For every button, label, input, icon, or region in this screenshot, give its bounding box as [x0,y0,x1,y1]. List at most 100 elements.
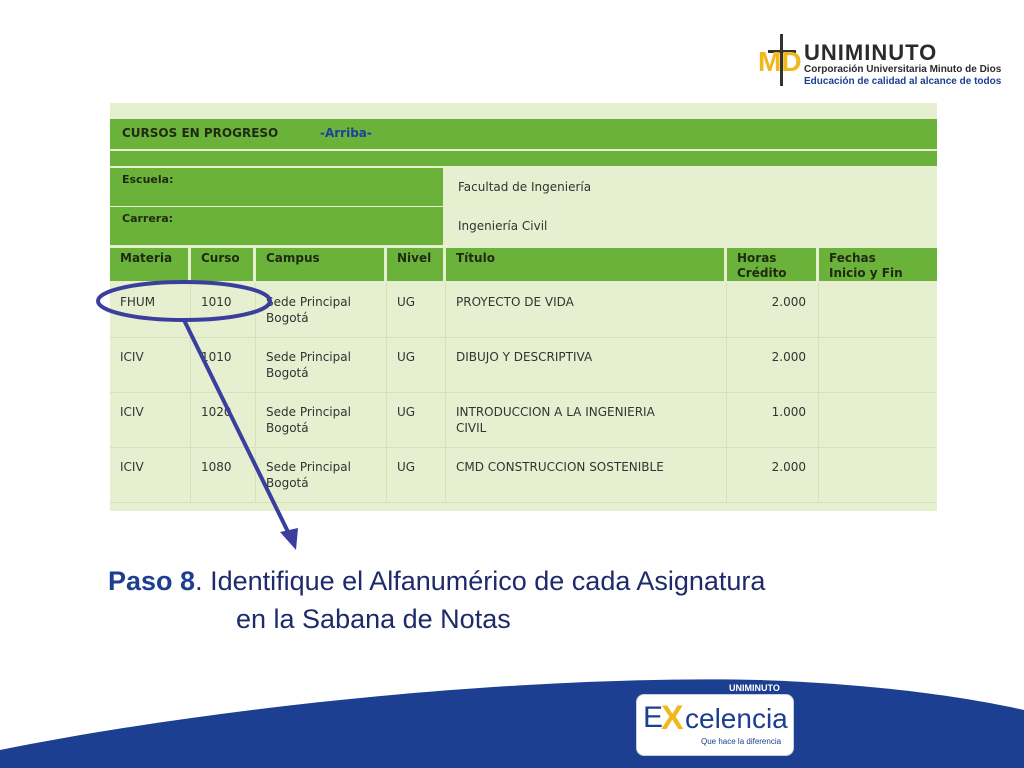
cell-text: Sede Principal Bogotá [266,405,351,435]
cell-text: UG [397,350,416,364]
escuela-label-cell: Escuela: [110,168,443,206]
cell-titulo: CMD CONSTRUCCION SOSTENIBLE [446,448,727,502]
cell-text: 1.000 [771,405,806,419]
brand-tagline: Educación de calidad al alcance de todos [804,76,1002,87]
cell-campus: Sede Principal Bogotá [256,448,387,502]
cell-fechas [819,393,937,447]
uniminuto-logo: MD UNIMINUTO Corporación Universitaria M… [752,30,1002,92]
cell-text: FHUM [120,295,156,309]
carrera-label-cell: Carrera: [110,207,443,245]
cell-materia: ICIV [110,338,191,392]
col-header-text: Curso [201,251,240,265]
caption-text: . Identifique el Alfanumérico de cada As… [195,566,766,596]
excelencia-org: UNIMINUTO [729,683,780,693]
cell-nivel: UG [387,338,446,392]
cell-fechas [819,338,937,392]
cell-text: UG [397,460,416,474]
caption-line2: en la Sabana de Notas [236,604,511,634]
escuela-value-cell: Facultad de Ingeniería [446,168,937,206]
col-header-campus: Campus [256,248,384,281]
cell-titulo: PROYECTO DE VIDA [446,283,727,337]
brand-subtitle: Corporación Universitaria Minuto de Dios [804,64,1002,75]
cell-text: INTRODUCCION A LA INGENIERIA CIVIL [456,405,655,435]
row-divider [110,502,937,503]
band-shape [0,679,1024,768]
col-header-text: Horas Crédito [737,251,787,280]
cell-text: 1020 [201,405,232,419]
cell-campus: Sede Principal Bogotá [256,338,387,392]
carrera-value: Ingeniería Civil [458,219,548,233]
cell-curso: 1010 [191,283,256,337]
carrera-value-cell: Ingeniería Civil [446,207,937,245]
excelencia-tagline: Que hace la diferencia [701,737,782,746]
caption-line1: Paso 8. Identifique el Alfanumérico de c… [108,562,765,600]
md-monogram: MD [758,34,802,86]
cell-fechas [819,283,937,337]
cell-campus: Sede Principal Bogotá [256,283,387,337]
cell-curso: 1010 [191,338,256,392]
cell-text: 1010 [201,295,232,309]
panel-header: CURSOS EN PROGRESO -Arriba- [110,119,937,149]
cell-text: ICIV [120,460,144,474]
top-link[interactable]: -Arriba- [320,126,372,140]
cell-text: 1010 [201,350,232,364]
cell-curso: 1020 [191,393,256,447]
cell-text: Sede Principal Bogotá [266,460,351,490]
cell-campus: Sede Principal Bogotá [256,393,387,447]
escuela-label: Escuela: [122,173,174,186]
col-header-horas: Horas Crédito [727,248,816,281]
panel-title: CURSOS EN PROGRESO [122,126,279,140]
cell-titulo: INTRODUCCION A LA INGENIERIA CIVIL [446,393,727,447]
cell-text: 2.000 [771,460,806,474]
excelencia-x-icon: X [661,699,684,737]
carrera-label: Carrera: [122,212,174,225]
cell-nivel: UG [387,283,446,337]
step-label: Paso 8 [108,566,196,596]
cell-horas: 2.000 [727,338,819,392]
step-caption: Paso 8. Identifique el Alfanumérico de c… [108,562,765,634]
cell-text: Sede Principal Bogotá [266,295,351,325]
col-header-nivel: Nivel [387,248,443,281]
cell-fechas [819,448,937,502]
col-header-text: Campus [266,251,320,265]
col-header-fechas: Fechas Inicio y Fin [819,248,937,281]
col-header-text: Nivel [397,251,432,265]
table-row: ICIV 1010 Sede Principal Bogotá UG DIBUJ… [110,338,937,392]
cell-text: 1080 [201,460,232,474]
cell-horas: 2.000 [727,448,819,502]
cell-nivel: UG [387,448,446,502]
courses-panel: CURSOS EN PROGRESO -Arriba- Escuela: Fac… [110,103,937,511]
brand-name: UNIMINUTO [804,40,938,65]
excelencia-word: celencia [685,703,788,734]
cell-text: UG [397,295,416,309]
cell-horas: 2.000 [727,283,819,337]
escuela-value: Facultad de Ingeniería [458,180,592,194]
col-header-titulo: Título [446,248,724,281]
cell-materia: ICIV [110,448,191,502]
col-header-materia: Materia [110,248,188,281]
col-header-text: Materia [120,251,173,265]
bottom-band [0,679,1024,768]
cell-text: Sede Principal Bogotá [266,350,351,380]
cell-text: DIBUJO Y DESCRIPTIVA [456,350,593,364]
excelencia-e: E [643,701,664,734]
cell-text: PROYECTO DE VIDA [456,295,574,309]
col-header-text: Fechas Inicio y Fin [829,251,903,280]
cell-text: UG [397,405,416,419]
col-header-text: Título [456,251,495,265]
cell-curso: 1080 [191,448,256,502]
table-row: FHUM 1010 Sede Principal Bogotá UG PROYE… [110,283,937,337]
col-header-curso: Curso [191,248,253,281]
table-row: ICIV 1020 Sede Principal Bogotá UG INTRO… [110,393,937,447]
cell-text: 2.000 [771,350,806,364]
arrow-head-icon [280,528,298,550]
panel-subheader [110,151,937,166]
cell-titulo: DIBUJO Y DESCRIPTIVA [446,338,727,392]
cell-text: CMD CONSTRUCCION SOSTENIBLE [456,460,664,474]
cell-materia: ICIV [110,393,191,447]
cell-text: ICIV [120,405,144,419]
excelencia-logo: UNIMINUTO E X celencia Que hace la difer… [636,683,794,756]
cell-text: ICIV [120,350,144,364]
cell-nivel: UG [387,393,446,447]
monogram-text: MD [758,46,802,77]
